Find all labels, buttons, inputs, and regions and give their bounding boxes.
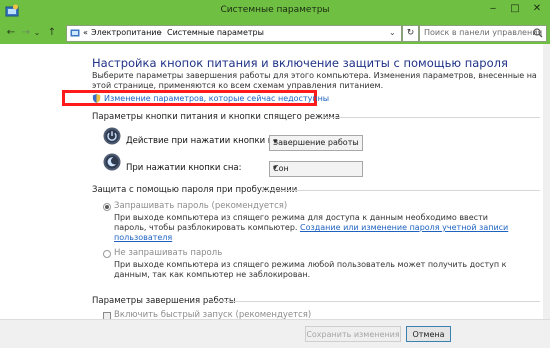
breadcrumb-separator[interactable]: › bbox=[159, 28, 162, 37]
fast-startup-checkbox[interactable] bbox=[103, 312, 111, 319]
no-password-radio[interactable] bbox=[103, 250, 111, 258]
address-bar[interactable]: « Электропитание › Системные параметры ⌄ bbox=[66, 25, 402, 42]
chevron-down-icon: ▾ bbox=[273, 163, 278, 172]
sleep-button-icon bbox=[103, 153, 121, 171]
no-password-description: При выходе компьютера из спящего режима … bbox=[114, 260, 534, 280]
power-buttons-section-title: Параметры кнопки питания и кнопки спящег… bbox=[92, 112, 340, 122]
no-password-description-line-1: При выходе компьютера из спящего режима … bbox=[114, 260, 507, 269]
create-change-password-link[interactable]: Создание или изменение пароля учетной за… bbox=[300, 223, 508, 232]
search-placeholder: Поиск в панели управления bbox=[424, 28, 543, 37]
admin-shield-icon bbox=[92, 94, 101, 103]
require-password-description: При выходе компьютера из спящего режима … bbox=[114, 213, 534, 243]
search-input[interactable]: Поиск в панели управления bbox=[419, 25, 547, 42]
title-bar[interactable]: Системные параметры ‒ □ ✕ bbox=[0, 0, 550, 22]
breadcrumb-power-options[interactable]: Электропитание bbox=[91, 28, 161, 37]
require-description-line-2: пароль, чтобы разблокировать компьютер. … bbox=[114, 223, 534, 233]
no-password-label: Не запрашивать пароль bbox=[114, 248, 223, 258]
power-button-action-select[interactable]: Завершение работы ▾ bbox=[269, 135, 363, 151]
section-divider bbox=[260, 190, 540, 191]
section-divider bbox=[322, 117, 540, 118]
intro-line-1: Выберите параметры завершения работы для… bbox=[92, 71, 537, 80]
recent-pages-chevron-down-icon[interactable]: ⌄ bbox=[33, 26, 41, 40]
minimize-button[interactable]: ‒ bbox=[482, 0, 504, 18]
main-content: Настройка кнопок питания и включение защ… bbox=[0, 44, 550, 319]
no-password-description-line-2: данным, так как компьютер не заблокирова… bbox=[114, 270, 311, 279]
address-toolbar: ← → ⌄ ↑ « Электропитание › Системные пар… bbox=[0, 22, 550, 44]
section-divider bbox=[210, 301, 540, 302]
require-description-text: пароль, чтобы разблокировать компьютер. bbox=[114, 223, 298, 232]
maximize-button[interactable]: □ bbox=[504, 0, 526, 18]
vertical-scrollbar[interactable] bbox=[543, 44, 550, 319]
breadcrumb-system-settings[interactable]: Системные параметры bbox=[167, 28, 264, 37]
footer-bar: Сохранить изменения Отмена bbox=[0, 319, 550, 348]
create-change-password-link-continued[interactable]: пользователя bbox=[114, 233, 534, 243]
intro-text: Выберите параметры завершения работы для… bbox=[92, 71, 542, 91]
sleep-button-action-select[interactable]: Сон ▾ bbox=[269, 161, 363, 177]
sleep-button-label: При нажатии кнопки сна: bbox=[126, 163, 242, 173]
control-panel-location-icon bbox=[70, 29, 80, 37]
back-arrow-icon[interactable]: ← bbox=[4, 26, 18, 40]
fast-startup-label: Включить быстрый запуск (рекомендуется) bbox=[114, 310, 312, 319]
power-button-icon bbox=[103, 127, 121, 145]
forward-arrow-icon[interactable]: → bbox=[19, 26, 33, 40]
save-changes-button[interactable]: Сохранить изменения bbox=[305, 326, 401, 342]
control-panel-window: Системные параметры ‒ □ ✕ ← → ⌄ ↑ « Элек… bbox=[0, 0, 550, 348]
close-button[interactable]: ✕ bbox=[526, 0, 548, 18]
refresh-icon[interactable]: ↻ bbox=[402, 25, 419, 42]
change-unavailable-settings-link[interactable]: Изменение параметров, которые сейчас нед… bbox=[104, 94, 329, 104]
require-password-radio[interactable] bbox=[103, 203, 111, 211]
up-arrow-icon[interactable]: ↑ bbox=[45, 26, 59, 40]
cancel-button[interactable]: Отмена bbox=[406, 326, 451, 342]
window-title: Системные параметры bbox=[220, 5, 330, 15]
page-title: Настройка кнопок питания и включение защ… bbox=[92, 56, 508, 70]
address-history-chevron-down-icon[interactable]: ⌄ bbox=[389, 28, 396, 37]
breadcrumb-prefix[interactable]: « bbox=[83, 28, 88, 37]
require-password-label: Запрашивать пароль (рекомендуется) bbox=[114, 201, 288, 211]
search-icon[interactable] bbox=[533, 28, 543, 38]
chevron-down-icon: ▾ bbox=[273, 137, 278, 146]
require-description-line-1: При выходе компьютера из спящего режима … bbox=[114, 213, 488, 222]
